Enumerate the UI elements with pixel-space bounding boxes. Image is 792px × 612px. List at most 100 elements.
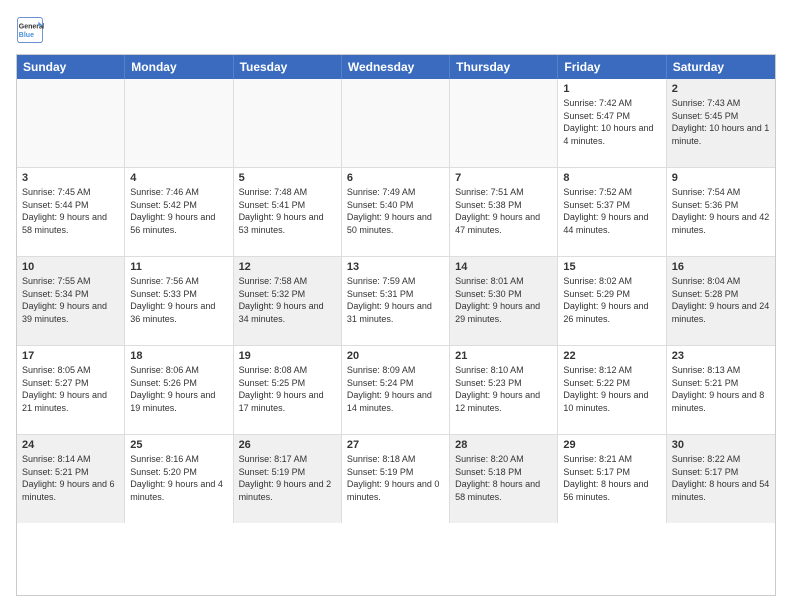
day-number: 23	[672, 350, 770, 362]
day-number: 8	[563, 172, 660, 184]
calendar-cell: 18 Sunrise: 8:06 AMSunset: 5:26 PMDayligh…	[125, 346, 233, 434]
day-number: 4	[130, 172, 227, 184]
day-number: 2	[672, 83, 770, 95]
cell-info: Sunrise: 7:45 AMSunset: 5:44 PMDaylight:…	[22, 186, 119, 236]
calendar-cell	[17, 79, 125, 167]
day-number: 1	[563, 83, 660, 95]
calendar-cell: 21 Sunrise: 8:10 AMSunset: 5:23 PMDayligh…	[450, 346, 558, 434]
cell-info: Sunrise: 8:13 AMSunset: 5:21 PMDaylight:…	[672, 364, 770, 414]
calendar-cell: 4 Sunrise: 7:46 AMSunset: 5:42 PMDaylight…	[125, 168, 233, 256]
cell-info: Sunrise: 8:09 AMSunset: 5:24 PMDaylight:…	[347, 364, 444, 414]
page: General Blue SundayMondayTuesdayWednesda…	[0, 0, 792, 612]
weekday-header: Monday	[125, 55, 233, 79]
cell-info: Sunrise: 8:18 AMSunset: 5:19 PMDaylight:…	[347, 453, 444, 503]
calendar-cell: 7 Sunrise: 7:51 AMSunset: 5:38 PMDaylight…	[450, 168, 558, 256]
cell-info: Sunrise: 8:01 AMSunset: 5:30 PMDaylight:…	[455, 275, 552, 325]
calendar-cell: 29 Sunrise: 8:21 AMSunset: 5:17 PMDayligh…	[558, 435, 666, 523]
day-number: 20	[347, 350, 444, 362]
day-number: 14	[455, 261, 552, 273]
calendar-cell: 22 Sunrise: 8:12 AMSunset: 5:22 PMDayligh…	[558, 346, 666, 434]
calendar-cell	[342, 79, 450, 167]
day-number: 22	[563, 350, 660, 362]
calendar-cell: 23 Sunrise: 8:13 AMSunset: 5:21 PMDayligh…	[667, 346, 775, 434]
calendar-header: SundayMondayTuesdayWednesdayThursdayFrid…	[17, 55, 775, 79]
calendar-cell: 26Sunrise: 8:17 AMSunset: 5:19 PMDayligh…	[234, 435, 342, 523]
cell-info: Sunrise: 8:20 AMSunset: 5:18 PMDaylight:…	[455, 453, 552, 503]
calendar-cell: 13 Sunrise: 7:59 AMSunset: 5:31 PMDayligh…	[342, 257, 450, 345]
day-number: 26	[239, 439, 336, 451]
cell-info: Sunrise: 7:49 AMSunset: 5:40 PMDaylight:…	[347, 186, 444, 236]
cell-info: Sunrise: 8:10 AMSunset: 5:23 PMDaylight:…	[455, 364, 552, 414]
calendar-cell: 2 Sunrise: 7:43 AMSunset: 5:45 PMDaylight…	[667, 79, 775, 167]
day-number: 18	[130, 350, 227, 362]
cell-info: Sunrise: 7:58 AMSunset: 5:32 PMDaylight:…	[239, 275, 336, 325]
day-number: 30	[672, 439, 770, 451]
weekday-header: Tuesday	[234, 55, 342, 79]
calendar-row: 1 Sunrise: 7:42 AMSunset: 5:47 PMDaylight…	[17, 79, 775, 168]
calendar-row: 24Sunrise: 8:14 AMSunset: 5:21 PMDayligh…	[17, 435, 775, 523]
day-number: 27	[347, 439, 444, 451]
calendar-cell	[450, 79, 558, 167]
day-number: 21	[455, 350, 552, 362]
day-number: 17	[22, 350, 119, 362]
calendar-cell: 6 Sunrise: 7:49 AMSunset: 5:40 PMDaylight…	[342, 168, 450, 256]
weekday-header: Sunday	[17, 55, 125, 79]
day-number: 25	[130, 439, 227, 451]
calendar-cell: 30 Sunrise: 8:22 AMSunset: 5:17 PMDayligh…	[667, 435, 775, 523]
cell-info: Sunrise: 8:02 AMSunset: 5:29 PMDaylight:…	[563, 275, 660, 325]
calendar-cell: 15 Sunrise: 8:02 AMSunset: 5:29 PMDayligh…	[558, 257, 666, 345]
cell-info: Sunrise: 7:56 AMSunset: 5:33 PMDaylight:…	[130, 275, 227, 325]
day-number: 5	[239, 172, 336, 184]
cell-info: Sunrise: 8:04 AMSunset: 5:28 PMDaylight:…	[672, 275, 770, 325]
cell-info: Sunrise: 8:22 AMSunset: 5:17 PMDaylight:…	[672, 453, 770, 503]
calendar-cell	[234, 79, 342, 167]
weekday-header: Saturday	[667, 55, 775, 79]
cell-info: Sunrise: 7:48 AMSunset: 5:41 PMDaylight:…	[239, 186, 336, 236]
calendar-row: 3 Sunrise: 7:45 AMSunset: 5:44 PMDaylight…	[17, 168, 775, 257]
calendar-body: 1 Sunrise: 7:42 AMSunset: 5:47 PMDaylight…	[17, 79, 775, 523]
day-number: 19	[239, 350, 336, 362]
calendar-cell: 24Sunrise: 8:14 AMSunset: 5:21 PMDayligh…	[17, 435, 125, 523]
calendar-cell: 17 Sunrise: 8:05 AMSunset: 5:27 PMDayligh…	[17, 346, 125, 434]
header: General Blue	[16, 16, 776, 44]
cell-info: Sunrise: 7:59 AMSunset: 5:31 PMDaylight:…	[347, 275, 444, 325]
calendar-row: 10Sunrise: 7:55 AMSunset: 5:34 PMDayligh…	[17, 257, 775, 346]
calendar-cell: 8 Sunrise: 7:52 AMSunset: 5:37 PMDaylight…	[558, 168, 666, 256]
cell-info: Sunrise: 7:51 AMSunset: 5:38 PMDaylight:…	[455, 186, 552, 236]
calendar-cell: 3 Sunrise: 7:45 AMSunset: 5:44 PMDaylight…	[17, 168, 125, 256]
day-number: 7	[455, 172, 552, 184]
cell-info: Sunrise: 8:06 AMSunset: 5:26 PMDaylight:…	[130, 364, 227, 414]
day-number: 3	[22, 172, 119, 184]
calendar-cell	[125, 79, 233, 167]
day-number: 13	[347, 261, 444, 273]
logo: General Blue	[16, 16, 44, 44]
day-number: 9	[672, 172, 770, 184]
cell-info: Sunrise: 7:43 AMSunset: 5:45 PMDaylight:…	[672, 97, 770, 147]
calendar: SundayMondayTuesdayWednesdayThursdayFrid…	[16, 54, 776, 596]
cell-info: Sunrise: 7:54 AMSunset: 5:36 PMDaylight:…	[672, 186, 770, 236]
cell-info: Sunrise: 7:46 AMSunset: 5:42 PMDaylight:…	[130, 186, 227, 236]
cell-info: Sunrise: 8:05 AMSunset: 5:27 PMDaylight:…	[22, 364, 119, 414]
calendar-cell: 12 Sunrise: 7:58 AMSunset: 5:32 PMDayligh…	[234, 257, 342, 345]
weekday-header: Wednesday	[342, 55, 450, 79]
cell-info: Sunrise: 7:55 AMSunset: 5:34 PMDaylight:…	[22, 275, 119, 325]
cell-info: Sunrise: 8:08 AMSunset: 5:25 PMDaylight:…	[239, 364, 336, 414]
calendar-row: 17 Sunrise: 8:05 AMSunset: 5:27 PMDayligh…	[17, 346, 775, 435]
calendar-cell: 11 Sunrise: 7:56 AMSunset: 5:33 PMDayligh…	[125, 257, 233, 345]
calendar-cell: 25Sunrise: 8:16 AMSunset: 5:20 PMDayligh…	[125, 435, 233, 523]
cell-info: Sunrise: 8:14 AMSunset: 5:21 PMDaylight:…	[22, 453, 119, 503]
day-number: 28	[455, 439, 552, 451]
day-number: 6	[347, 172, 444, 184]
day-number: 29	[563, 439, 660, 451]
cell-info: Sunrise: 8:21 AMSunset: 5:17 PMDaylight:…	[563, 453, 660, 503]
calendar-cell: 10Sunrise: 7:55 AMSunset: 5:34 PMDayligh…	[17, 257, 125, 345]
day-number: 15	[563, 261, 660, 273]
cell-info: Sunrise: 7:42 AMSunset: 5:47 PMDaylight:…	[563, 97, 660, 147]
day-number: 11	[130, 261, 227, 273]
calendar-cell: 9 Sunrise: 7:54 AMSunset: 5:36 PMDaylight…	[667, 168, 775, 256]
cell-info: Sunrise: 7:52 AMSunset: 5:37 PMDaylight:…	[563, 186, 660, 236]
calendar-cell: 19 Sunrise: 8:08 AMSunset: 5:25 PMDayligh…	[234, 346, 342, 434]
calendar-cell: 1 Sunrise: 7:42 AMSunset: 5:47 PMDaylight…	[558, 79, 666, 167]
cell-info: Sunrise: 8:12 AMSunset: 5:22 PMDaylight:…	[563, 364, 660, 414]
day-number: 12	[239, 261, 336, 273]
